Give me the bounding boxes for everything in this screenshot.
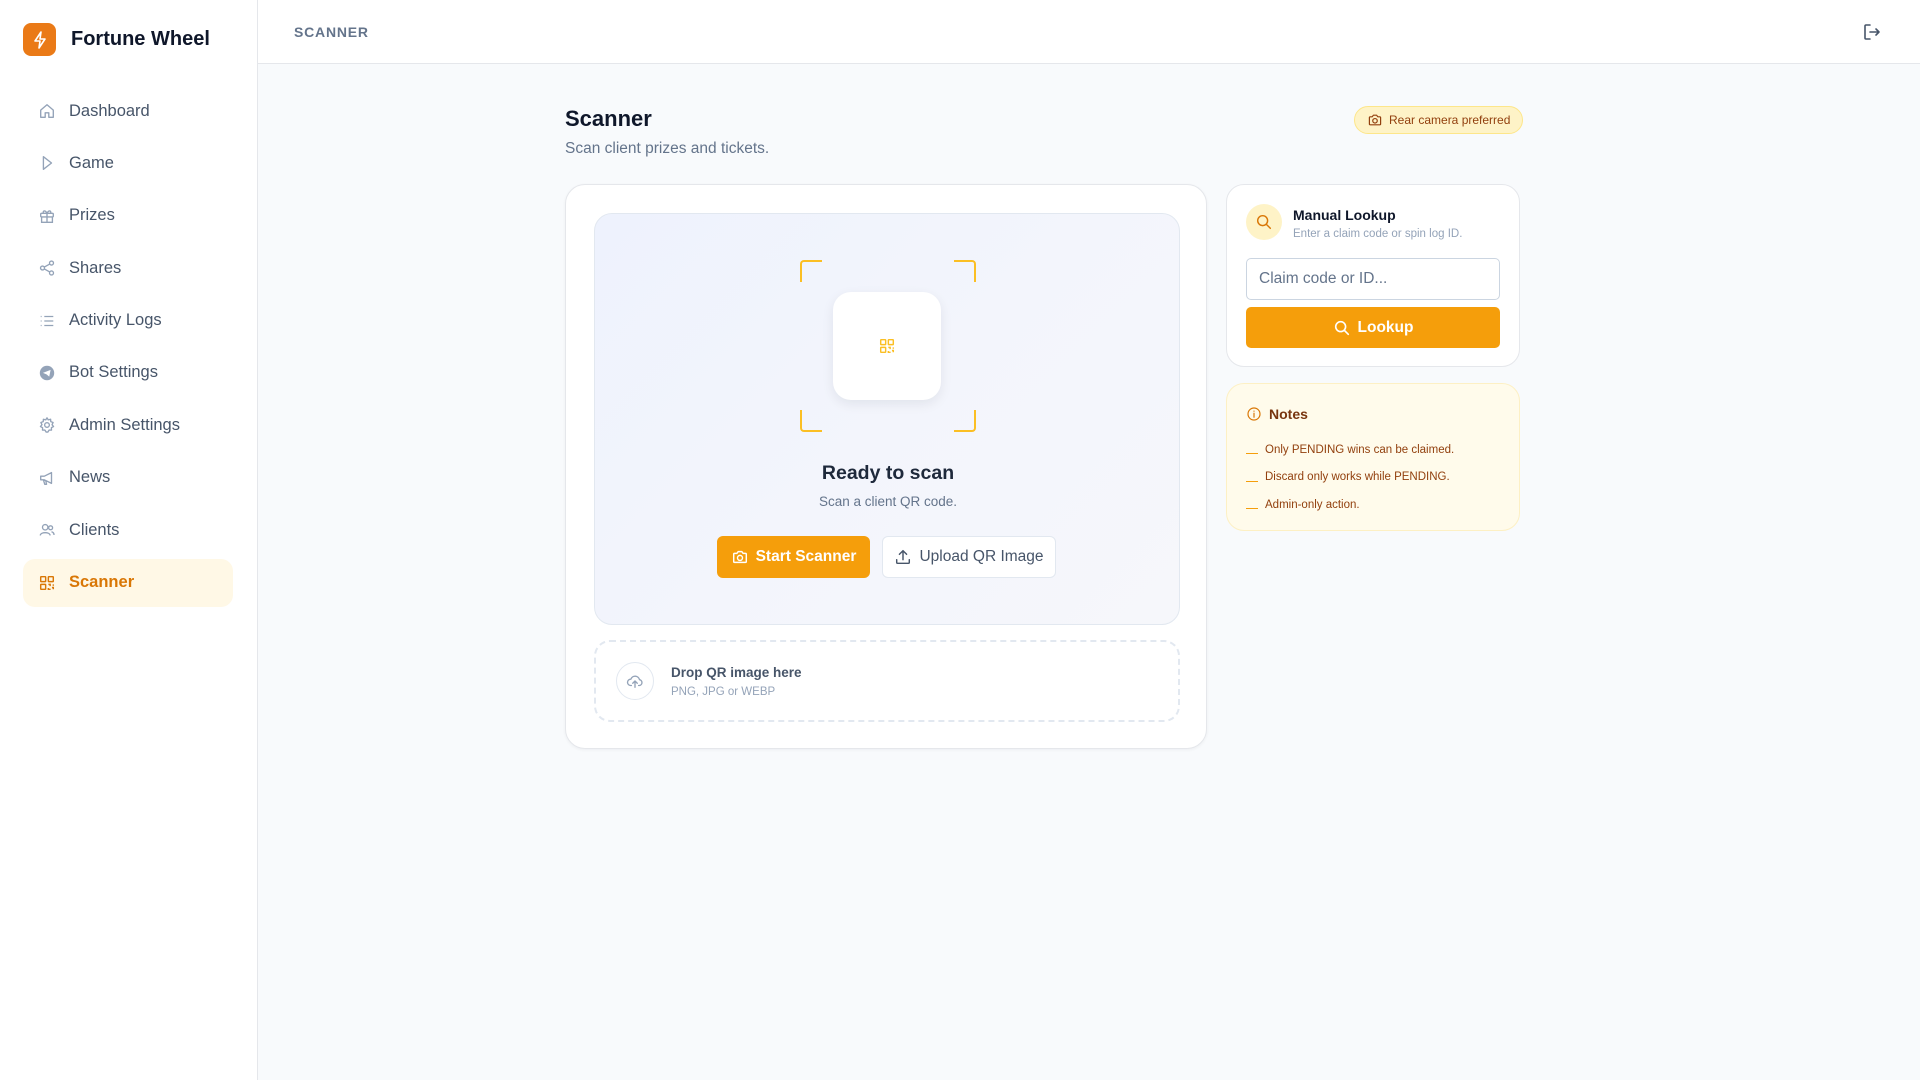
page-title: Scanner [565,106,652,131]
frame-corner-bottom-left [800,410,822,432]
dash-icon [1246,508,1258,510]
notes-list: Only PENDING wins can be claimed. Discar… [1246,436,1454,519]
sidebar-item-label: Activity Logs [69,311,162,330]
sidebar-item-game[interactable]: Game [23,139,233,187]
note-text: Discard only works while PENDING. [1265,471,1450,484]
info-icon [1247,407,1261,421]
search-icon [1246,204,1282,240]
claim-code-input[interactable] [1246,258,1500,300]
start-scanner-button[interactable]: Start Scanner [717,536,870,578]
frame-corner-top-right [954,260,976,282]
sidebar-item-label: Clients [69,520,120,539]
sidebar-item-label: News [69,468,111,487]
bolt-icon [23,23,56,56]
sidebar-item-label: Bot Settings [69,363,158,382]
lookup-button[interactable]: Lookup [1246,307,1500,348]
dropzone-subtitle: PNG, JPG or WEBP [671,686,776,698]
scan-viewport: Ready to scan Scan a client QR code. Sta… [594,213,1180,625]
upload-icon [896,549,911,565]
badge-label: Rear camera preferred [1389,113,1511,127]
sidebar-item-label: Scanner [69,573,135,592]
topbar: SCANNER [258,0,1920,64]
qr-dropzone[interactable]: Drop QR image here PNG, JPG or WEBP [594,640,1180,722]
app-root: Fortune Wheel Dashboard Game Prizes Shar… [0,0,1920,1080]
upload-qr-button[interactable]: Upload QR Image [882,536,1056,578]
sidebar: Fortune Wheel Dashboard Game Prizes Shar… [0,0,258,1080]
breadcrumb: SCANNER [294,24,369,40]
qr-code-icon [879,338,895,354]
manual-lookup-card: Manual Lookup Enter a claim code or spin… [1226,184,1520,367]
sidebar-item-dashboard[interactable]: Dashboard [23,87,233,135]
logout-button[interactable] [1860,20,1884,44]
list-icon [40,315,54,326]
list-item: Discard only works while PENDING. [1246,464,1454,492]
frame-corner-top-left [800,260,822,282]
note-text: Only PENDING wins can be claimed. [1265,443,1455,456]
note-text: Admin-only action. [1265,498,1360,511]
gear-icon [39,417,55,434]
brand[interactable]: Fortune Wheel [23,23,210,56]
sidebar-item-news[interactable]: News [23,454,233,502]
notes-title: Notes [1269,406,1308,422]
ready-subtitle: Scan a client QR code. [818,494,958,509]
list-item: Admin-only action. [1246,491,1454,519]
main-content: SCANNER Scanner Scan client prizes and t… [258,0,1920,1080]
frame-corner-bottom-right [954,410,976,432]
sidebar-item-activity-logs[interactable]: Activity Logs [23,297,233,345]
logout-icon [1864,24,1880,40]
list-item: Only PENDING wins can be claimed. [1246,436,1454,464]
home-icon [40,104,54,118]
megaphone-icon [40,471,53,485]
sidebar-item-label: Shares [69,258,122,277]
ready-title: Ready to scan [821,462,955,484]
gift-icon [40,210,54,223]
sidebar-item-label: Prizes [69,206,115,225]
camera-icon [732,550,747,564]
brand-name: Fortune Wheel [71,28,210,50]
lookup-title: Manual Lookup [1293,207,1396,223]
sidebar-item-clients[interactable]: Clients [23,506,233,554]
sidebar-item-label: Game [69,153,114,172]
telegram-icon [39,365,55,381]
users-icon [39,524,55,536]
sidebar-item-label: Admin Settings [69,415,180,434]
scanner-card: Ready to scan Scan a client QR code. Sta… [565,184,1207,749]
sidebar-item-prizes[interactable]: Prizes [23,192,233,240]
sidebar-item-scanner[interactable]: Scanner [23,558,233,607]
start-scanner-label: Start Scanner [755,548,857,565]
cloud-upload-icon [616,662,654,700]
qr-icon [39,575,55,590]
notes-card: Notes Only PENDING wins can be claimed. … [1226,383,1520,531]
page-subtitle: Scan client prizes and tickets. [565,140,770,157]
sidebar-nav: Dashboard Game Prizes Shares Activity Lo… [23,87,233,611]
play-icon [42,156,53,171]
camera-badge: Rear camera preferred [1354,106,1524,134]
upload-qr-label: Upload QR Image [919,548,1044,565]
camera-icon [1368,114,1382,126]
dropzone-title: Drop QR image here [671,665,802,680]
dash-icon [1246,480,1258,482]
notes-header: Notes [1246,406,1308,422]
sidebar-item-admin-settings[interactable]: Admin Settings [23,401,233,449]
search-icon [1334,320,1349,335]
lookup-subtitle: Enter a claim code or spin log ID. [1293,228,1463,240]
share-icon [39,260,55,276]
sidebar-item-shares[interactable]: Shares [23,244,233,292]
lookup-button-label: Lookup [1357,318,1414,336]
dash-icon [1246,453,1258,455]
qr-placeholder [833,292,941,400]
sidebar-item-bot-settings[interactable]: Bot Settings [23,349,233,397]
sidebar-item-label: Dashboard [69,101,150,120]
